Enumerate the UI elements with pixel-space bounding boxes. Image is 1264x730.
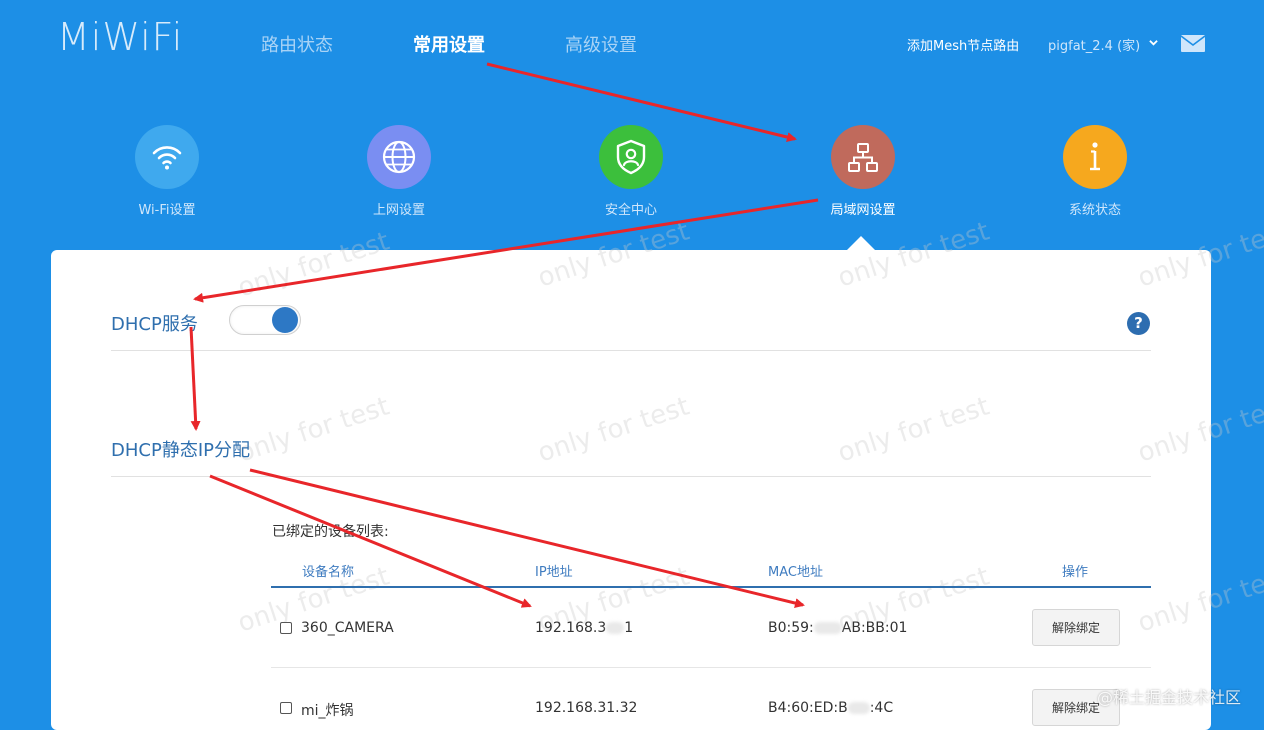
arrow-to-dhcp-service: [193, 198, 819, 303]
source-watermark: @稀土掘金技术社区: [1097, 688, 1242, 707]
annotation-arrows: [189, 62, 819, 608]
arrow-to-lan-settings: [486, 62, 797, 142]
arrow-to-ip-column: [209, 474, 532, 608]
arrow-to-static-ip: [189, 326, 201, 431]
arrow-to-mac-column: [249, 468, 805, 608]
